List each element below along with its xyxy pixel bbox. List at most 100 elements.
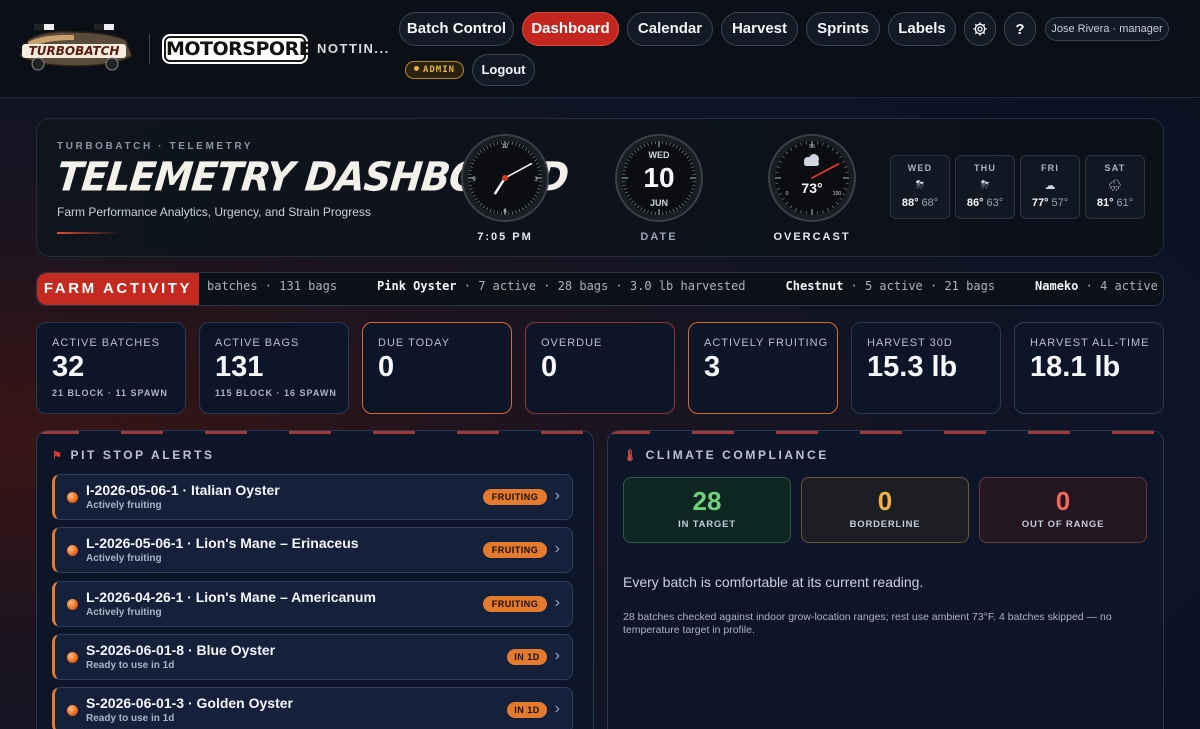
nav-labels[interactable]: Labels [888,12,956,46]
climate-title: 🌡 CLIMATE COMPLIANCE [623,448,829,462]
alerts-title-text: PIT STOP ALERTS [70,448,215,462]
alert-row[interactable]: S-2026-06-01-8 · Blue Oyster Ready to use… [52,633,573,680]
climate-box-borderline[interactable]: 0 BORDERLINE [801,477,969,543]
hero-kicker: TURBOBATCH · TELEMETRY [57,141,254,152]
weather-gauge: 50 0 100 73° OVERCAST [762,133,862,243]
weather-temp: 73° [801,180,822,196]
rain-icon: 🌧 [1108,180,1122,192]
date-face: WED 10 JUN [615,134,703,222]
alert-title: L-2026-04-26-1 · Lion's Mane – Americanu… [86,588,376,605]
stat-card-active-batches[interactable]: ACTIVE BATCHES 32 21 BLOCK · 11 SPAWN [36,322,186,414]
brand-name: TURBOBATCH [29,44,120,58]
chevron-right-icon: › [554,540,560,558]
ticker-track: batches · 131 bags Pink Oyster · 7 active… [207,273,1163,305]
weather-condition: OVERCAST [773,231,851,243]
turbobatch-logo[interactable]: TURBOBATCH [14,20,136,72]
ticker-strain-stats: · 7 active · 28 bags · 3.0 lb harvested [456,279,746,293]
stat-label: ACTIVELY FRUITING [704,337,829,349]
forecast-temps: 86° 63° [956,197,1014,209]
climate-count-label: IN TARGET [678,519,736,530]
brand-divider [149,34,150,64]
alert-subtitle: Ready to use in 1d [86,713,175,725]
stat-card-harvest-30d[interactable]: HARVEST 30D 15.3 lb [851,322,1001,414]
hero-subtitle: Farm Performance Analytics, Urgency, and… [57,205,371,219]
date-month: JUN [650,198,668,208]
forecast-card-wed: WED ⛈ 88° 68° [890,155,950,219]
ticker-strain-stats: batches · 131 bags [207,279,338,293]
alert-title: S-2026-06-01-3 · Golden Oyster [86,695,293,712]
forecast-high: 86° [966,197,984,209]
stat-label: DUE TODAY [378,337,450,349]
pit-stop-alerts-panel: ⚑ PIT STOP ALERTS I-2026-05-06-1 · Italia… [36,430,594,729]
ticker-label: FARM ACTIVITY [37,273,199,305]
forecast-temps: 77° 57° [1021,197,1079,209]
location-name[interactable]: NOTTIN... [317,41,390,56]
nav-harvest[interactable]: Harvest [721,12,798,46]
alert-title: I-2026-05-06-1 · Italian Oyster [86,482,280,498]
alert-row[interactable]: S-2026-06-01-3 · Golden Oyster Ready to u… [52,687,573,729]
alert-row[interactable]: I-2026-05-06-1 · Italian Oyster Actively … [52,474,573,520]
alert-title: L-2026-05-06-1 · Lion's Mane – Erinaceus [86,535,359,552]
clock-label-12: 12 [502,144,509,150]
alert-row[interactable]: L-2026-04-26-1 · Lion's Mane – Americanu… [52,580,573,627]
forecast-low: 63° [986,197,1004,209]
cloud-icon: ☁ [1044,180,1056,192]
stat-card-harvest-all-time[interactable]: HARVEST ALL-TIME 18.1 lb [1014,322,1164,414]
climate-count: 28 [692,486,722,516]
stat-label: HARVEST 30D [867,337,953,349]
motorspores-logo[interactable]: MOTORSPORES [164,36,325,62]
ticker-item: Chestnut · 5 active · 21 bags [786,279,996,293]
weather-scale-mid: 50 [809,144,815,150]
forecast-high: 77° [1031,197,1049,209]
settings-button[interactable] [964,12,996,46]
flag-icon: ⚑ [52,450,65,462]
stat-sub: 115 BLOCK · 16 SPAWN [215,388,337,398]
alert-badge: FRUITING [483,595,547,612]
alert-status-dot-icon [67,492,78,503]
climate-count: 0 [1055,486,1071,516]
weather-face: 50 0 100 73° [768,134,856,222]
logout-button[interactable]: Logout [472,54,535,86]
clock-center-pin [502,175,508,181]
nav-calendar[interactable]: Calendar [627,12,713,46]
nav-batch-control[interactable]: Batch Control [399,12,514,46]
alert-badge: FRUITING [483,542,547,559]
nav-sprints[interactable]: Sprints [806,12,880,46]
climate-title-text: CLIMATE COMPLIANCE [645,448,829,462]
alert-status-dot-icon [67,705,78,717]
forecast-card-thu: THU ⛈ 86° 63° [955,155,1015,219]
stat-value: 0 [541,351,558,383]
top-bar: TURBOBATCH MOTORSPORES NOTTIN... Batch C… [0,0,1200,98]
stat-value: 15.3 lb [867,351,958,383]
forecast-low: 57° [1051,197,1069,209]
nav-dashboard[interactable]: Dashboard [522,12,619,46]
alert-subtitle: Actively fruiting [86,553,162,565]
stat-value: 18.1 lb [1030,351,1121,383]
forecast-day: FRI [1040,163,1060,173]
help-button[interactable]: ? [1004,12,1036,46]
stat-card-active-bags[interactable]: ACTIVE BAGS 131 115 BLOCK · 16 SPAWN [199,322,349,414]
climate-box-out-of-range[interactable]: 0 OUT OF RANGE [979,477,1147,543]
user-menu[interactable]: Jose Rivera · manager [1045,17,1169,41]
stat-card-actively-fruiting[interactable]: ACTIVELY FRUITING 3 [688,322,838,414]
stat-label: HARVEST ALL-TIME [1030,337,1150,349]
climate-box-in-target[interactable]: 28 IN TARGET [623,477,791,543]
stat-value: 32 [52,351,85,383]
admin-badge-label: ADMIN [422,65,456,75]
forecast-day: SAT [1104,163,1126,173]
stat-card-overdue[interactable]: OVERDUE 0 [525,322,675,414]
alert-badge: FRUITING [483,489,547,505]
stat-label: OVERDUE [541,337,603,349]
alert-row[interactable]: L-2026-05-06-1 · Lion's Mane – Erinaceus… [52,527,573,574]
alert-status-dot-icon [67,598,78,610]
date-weekday: WED [649,150,670,160]
date-day: 10 [643,162,674,193]
gear-icon [973,22,987,36]
panel-stripe [37,431,593,434]
chevron-right-icon: › [554,646,560,664]
admin-badge: ADMIN [405,61,464,79]
forecast-day: THU [973,163,997,173]
weather-scale-min: 0 [786,191,789,197]
stat-card-due-today[interactable]: DUE TODAY 0 [362,322,512,414]
chevron-right-icon: › [554,487,560,504]
